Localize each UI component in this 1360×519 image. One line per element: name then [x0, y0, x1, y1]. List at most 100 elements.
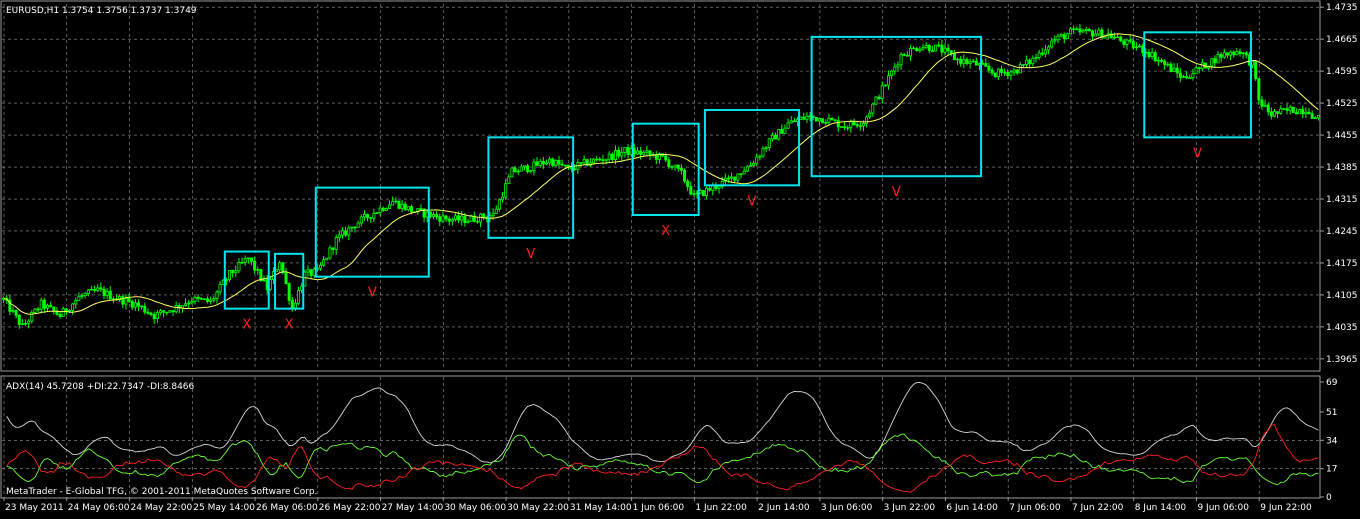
- candle-body: [833, 119, 837, 122]
- price-tick-label: 1.4595: [1326, 67, 1358, 77]
- price-tick-label: 1.4175: [1326, 259, 1358, 269]
- pattern-box: [1143, 31, 1252, 139]
- price-tick-label: 1.4385: [1326, 163, 1358, 173]
- candle-body: [701, 190, 705, 196]
- candle-body: [1015, 69, 1019, 74]
- candle-body: [441, 215, 445, 222]
- candle-body: [1116, 36, 1120, 38]
- candle-body: [792, 120, 796, 123]
- candle-body: [215, 291, 219, 299]
- candle-body: [827, 117, 831, 123]
- candle-body: [610, 153, 614, 161]
- candle-body: [783, 127, 787, 134]
- candle-body: [1188, 77, 1192, 79]
- candle-body: [1119, 36, 1123, 42]
- candle-body: [708, 187, 712, 191]
- candle-body: [14, 310, 18, 316]
- candle-body: [24, 322, 28, 325]
- candle-body: [1185, 76, 1189, 79]
- candle-body: [1090, 30, 1094, 37]
- candle-body: [560, 163, 564, 166]
- candle-body: [466, 220, 470, 224]
- price-tick-label: 1.4665: [1326, 35, 1358, 45]
- candle-body: [1210, 58, 1214, 67]
- grid-layer: [2, 4, 1320, 497]
- candle-body: [843, 126, 847, 129]
- candle-body: [475, 220, 479, 223]
- candle-body: [1078, 28, 1082, 33]
- time-tick-label: 1 Jun 06:00: [633, 503, 685, 513]
- candle-body: [58, 314, 62, 317]
- candle-body: [124, 298, 128, 305]
- candle-body: [1112, 36, 1116, 39]
- candle-body: [1097, 29, 1101, 35]
- candle-body: [350, 226, 354, 229]
- candle-body: [943, 47, 947, 53]
- candle-body: [962, 59, 966, 64]
- candle-body: [86, 289, 90, 294]
- candle-body: [1301, 109, 1305, 115]
- candle-body: [121, 296, 125, 305]
- candle-body: [1031, 57, 1035, 65]
- axis-labels: 1.4735 1.4665 1.4595 1.4525 1.4455 1.4385 1.43…: [3, 3, 1358, 513]
- candle-body: [705, 187, 709, 196]
- candle-body: [1263, 104, 1267, 107]
- candle-body: [1291, 106, 1295, 113]
- candle-body: [1178, 72, 1182, 78]
- candle-body: [1269, 111, 1273, 117]
- candle-body: [805, 115, 809, 120]
- candle-body: [375, 212, 379, 214]
- candle-body: [20, 323, 24, 326]
- candle-body: [604, 158, 608, 162]
- price-tick-label: 1.4735: [1326, 3, 1358, 13]
- candle-body: [33, 308, 37, 313]
- candle-body: [1050, 40, 1054, 48]
- candle-body: [664, 155, 668, 161]
- candle-body: [108, 290, 112, 300]
- candle-body: [526, 165, 530, 173]
- chart-canvas[interactable]: X XVVXVVV 1.47351.46651.45951.45251.44551…: [0, 0, 1360, 515]
- candle-body: [165, 311, 169, 314]
- candle-body: [130, 300, 134, 308]
- candle-body: [1037, 52, 1041, 58]
- candle-body: [46, 304, 50, 309]
- candle-body: [278, 262, 282, 271]
- candle-body: [1307, 111, 1311, 115]
- candle-body: [184, 303, 188, 306]
- indicator-tick-label: 51: [1326, 408, 1337, 418]
- candle-body: [240, 261, 244, 264]
- price-tick-label: 1.4525: [1326, 99, 1358, 109]
- candle-body: [171, 310, 175, 313]
- candle-body: [830, 117, 834, 121]
- trading-chart[interactable]: XXVVXVVV 1.4735 1.4665 1.4595 1.4525 1.4455 1…: [0, 0, 1360, 515]
- price-tick-label: 1.4315: [1326, 195, 1358, 205]
- candle-body: [516, 170, 520, 173]
- candle-body: [67, 310, 71, 312]
- minus-di-line: [6, 424, 1319, 493]
- candle-body: [1163, 60, 1167, 65]
- candle-body: [946, 47, 950, 52]
- candle-body: [137, 302, 141, 307]
- candle-body: [541, 160, 545, 165]
- candle-body: [1062, 34, 1066, 39]
- candle-body: [673, 164, 677, 168]
- candle-body: [921, 47, 925, 50]
- candle-body: [99, 287, 103, 290]
- pattern-box: [487, 136, 575, 239]
- candle-body: [1197, 67, 1201, 69]
- candle-body: [394, 200, 398, 203]
- candle-body: [74, 300, 78, 305]
- candle-body: [607, 153, 611, 160]
- pattern-mark: X: [661, 224, 670, 239]
- candle-body: [626, 147, 630, 155]
- candle-body: [419, 208, 423, 210]
- candle-body: [601, 159, 605, 162]
- candle-body: [149, 312, 153, 315]
- candle-body: [378, 207, 382, 214]
- candle-body: [968, 61, 972, 64]
- candle-body: [328, 247, 332, 259]
- candle-body: [623, 147, 627, 153]
- candle-body: [839, 126, 843, 128]
- candle-body: [761, 148, 765, 157]
- candle-body: [406, 206, 410, 211]
